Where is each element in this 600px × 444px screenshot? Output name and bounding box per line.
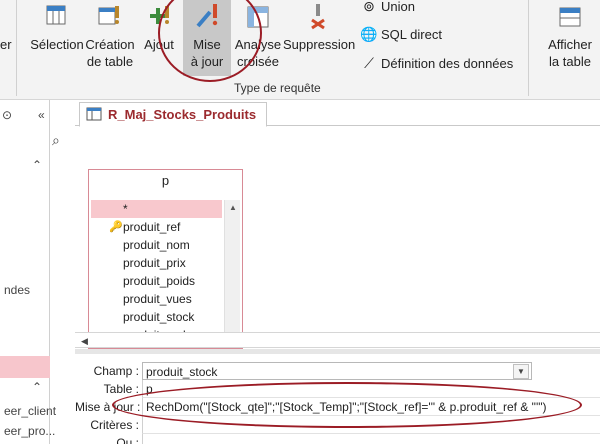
field-item[interactable]: produit_nom — [91, 236, 222, 254]
field-item[interactable]: * — [91, 200, 222, 218]
table-cell[interactable]: p — [142, 380, 600, 398]
ribbon-partial-label: er — [0, 37, 12, 52]
collapse-nav-icon[interactable]: « — [38, 108, 45, 122]
grid-label-update: Mise à jour : — [75, 400, 141, 414]
design-horizontal-scrollbar[interactable]: ◀ — [75, 332, 600, 348]
nav-search[interactable]: ⌕ — [0, 130, 70, 154]
tab-query[interactable]: R_Maj_Stocks_Produits — [79, 102, 268, 127]
update-query-label: Mise à jour — [183, 36, 231, 70]
update-to-cell[interactable]: RechDom("[Stock_qte]";"[Stock_Temp]";"[S… — [142, 398, 600, 416]
tab-title: R_Maj_Stocks_Produits — [108, 107, 257, 122]
grid-label-criteria: Critères : — [90, 418, 139, 432]
delete-query-icon — [311, 4, 325, 30]
search-icon[interactable]: ⌕ — [52, 132, 60, 149]
update-label-line1: Mise — [193, 37, 221, 52]
show-table-label: Afficher la table — [542, 36, 598, 70]
section-collapse-icon[interactable]: ⌃ — [32, 158, 42, 172]
make-table-label: Création de table — [84, 36, 136, 70]
table-alias: p — [161, 173, 170, 188]
crosstab-label-line1: Analyse — [234, 37, 282, 52]
delete-query-label: Suppression — [283, 37, 356, 52]
union-button[interactable]: ⊚ Union — [360, 0, 415, 16]
field-item[interactable]: produit_vues — [91, 290, 222, 308]
grid-label-table: Table : — [103, 382, 139, 396]
crosstab-icon — [247, 6, 269, 28]
field-list-scrollbar[interactable]: ▲ ▼ — [224, 200, 240, 346]
section-collapse-icon-2[interactable]: ⌃ — [32, 380, 42, 394]
update-label-line2: à jour — [190, 54, 224, 69]
query-icon — [86, 107, 102, 121]
globe-icon: 🌐 — [360, 26, 378, 42]
show-table-icon — [559, 7, 581, 27]
query-design-pane: p * 🔑 produit_ref produit_nom produit_pri… — [75, 127, 600, 349]
query-document: R_Maj_Stocks_Produits p * 🔑 produit_ref p… — [75, 100, 600, 444]
data-definition-icon: ⟋ — [364, 55, 374, 71]
ribbon: er Sélection Création de table Ajout Mis… — [0, 0, 600, 100]
grid-label-or: Ou : — [116, 436, 139, 444]
or-cell[interactable] — [142, 434, 600, 444]
field-item[interactable]: produit_stock — [91, 308, 222, 326]
field-select[interactable]: produit_stock ▼ — [142, 362, 532, 380]
field-label: produit_ref — [123, 220, 181, 234]
union-icon: ⊚ — [363, 0, 375, 14]
scroll-up-icon[interactable]: ▲ — [225, 200, 241, 216]
primary-key-icon: 🔑 — [109, 221, 123, 233]
field-item[interactable]: 🔑 produit_ref — [91, 218, 222, 236]
make-table-icon — [98, 6, 119, 25]
selection-label: Sélection — [30, 37, 84, 52]
ribbon-separator — [16, 0, 17, 96]
update-query-button[interactable]: Mise à jour — [183, 0, 231, 76]
append-query-icon — [150, 6, 169, 24]
nav-dropdown-icon[interactable]: ⊙ — [2, 108, 12, 122]
grid-label-champ: Champ : — [93, 364, 139, 378]
data-definition-button[interactable]: ⟋ Définition des données — [360, 53, 513, 73]
nav-item-client[interactable]: eer_client — [4, 404, 56, 418]
update-query-icon — [196, 4, 218, 28]
nav-item-commandes[interactable]: ndes — [4, 283, 30, 297]
make-table-label-line2: de table — [86, 54, 134, 69]
make-table-label-line1: Création — [85, 37, 135, 52]
nav-item-selected[interactable] — [0, 356, 50, 378]
crosstab-label-line2: croisée — [237, 54, 279, 69]
data-definition-label: Définition des données — [381, 56, 514, 71]
select-query-icon — [46, 5, 66, 25]
scroll-left-icon[interactable]: ◀ — [81, 336, 88, 347]
field-select-value: produit_stock — [146, 365, 218, 379]
union-label: Union — [381, 0, 415, 14]
append-label: Ajout — [144, 37, 174, 52]
ribbon-separator — [528, 0, 529, 96]
show-table-label-line1: Afficher — [548, 37, 592, 52]
field-item[interactable]: produit_prix — [91, 254, 222, 272]
table-field-list[interactable]: p * 🔑 produit_ref produit_nom produit_pri… — [88, 169, 243, 349]
nav-header: ⊙ « — [0, 100, 50, 128]
sql-direct-button[interactable]: 🌐 SQL direct — [360, 24, 442, 44]
navigation-pane: ⊙ « ⌕ ⌃ ndes ⌃ eer_client eer_pro... — [0, 100, 60, 444]
nav-item-produit[interactable]: eer_pro... — [4, 424, 55, 438]
sql-direct-label: SQL direct — [381, 27, 442, 42]
field-item[interactable]: produit_poids — [91, 272, 222, 290]
query-design-grid: Champ : produit_stock ▼ Table : p Mise à… — [75, 354, 600, 444]
show-table-label-line2: la table — [549, 54, 591, 69]
criteria-cell[interactable] — [142, 416, 600, 434]
query-type-group-label: Type de requête — [234, 81, 321, 95]
chevron-down-icon[interactable]: ▼ — [513, 364, 529, 379]
crosstab-label: Analyse croisée — [234, 36, 282, 70]
field-list: * 🔑 produit_ref produit_nom produit_prix … — [91, 200, 222, 346]
tab-bar: R_Maj_Stocks_Produits — [75, 100, 600, 127]
